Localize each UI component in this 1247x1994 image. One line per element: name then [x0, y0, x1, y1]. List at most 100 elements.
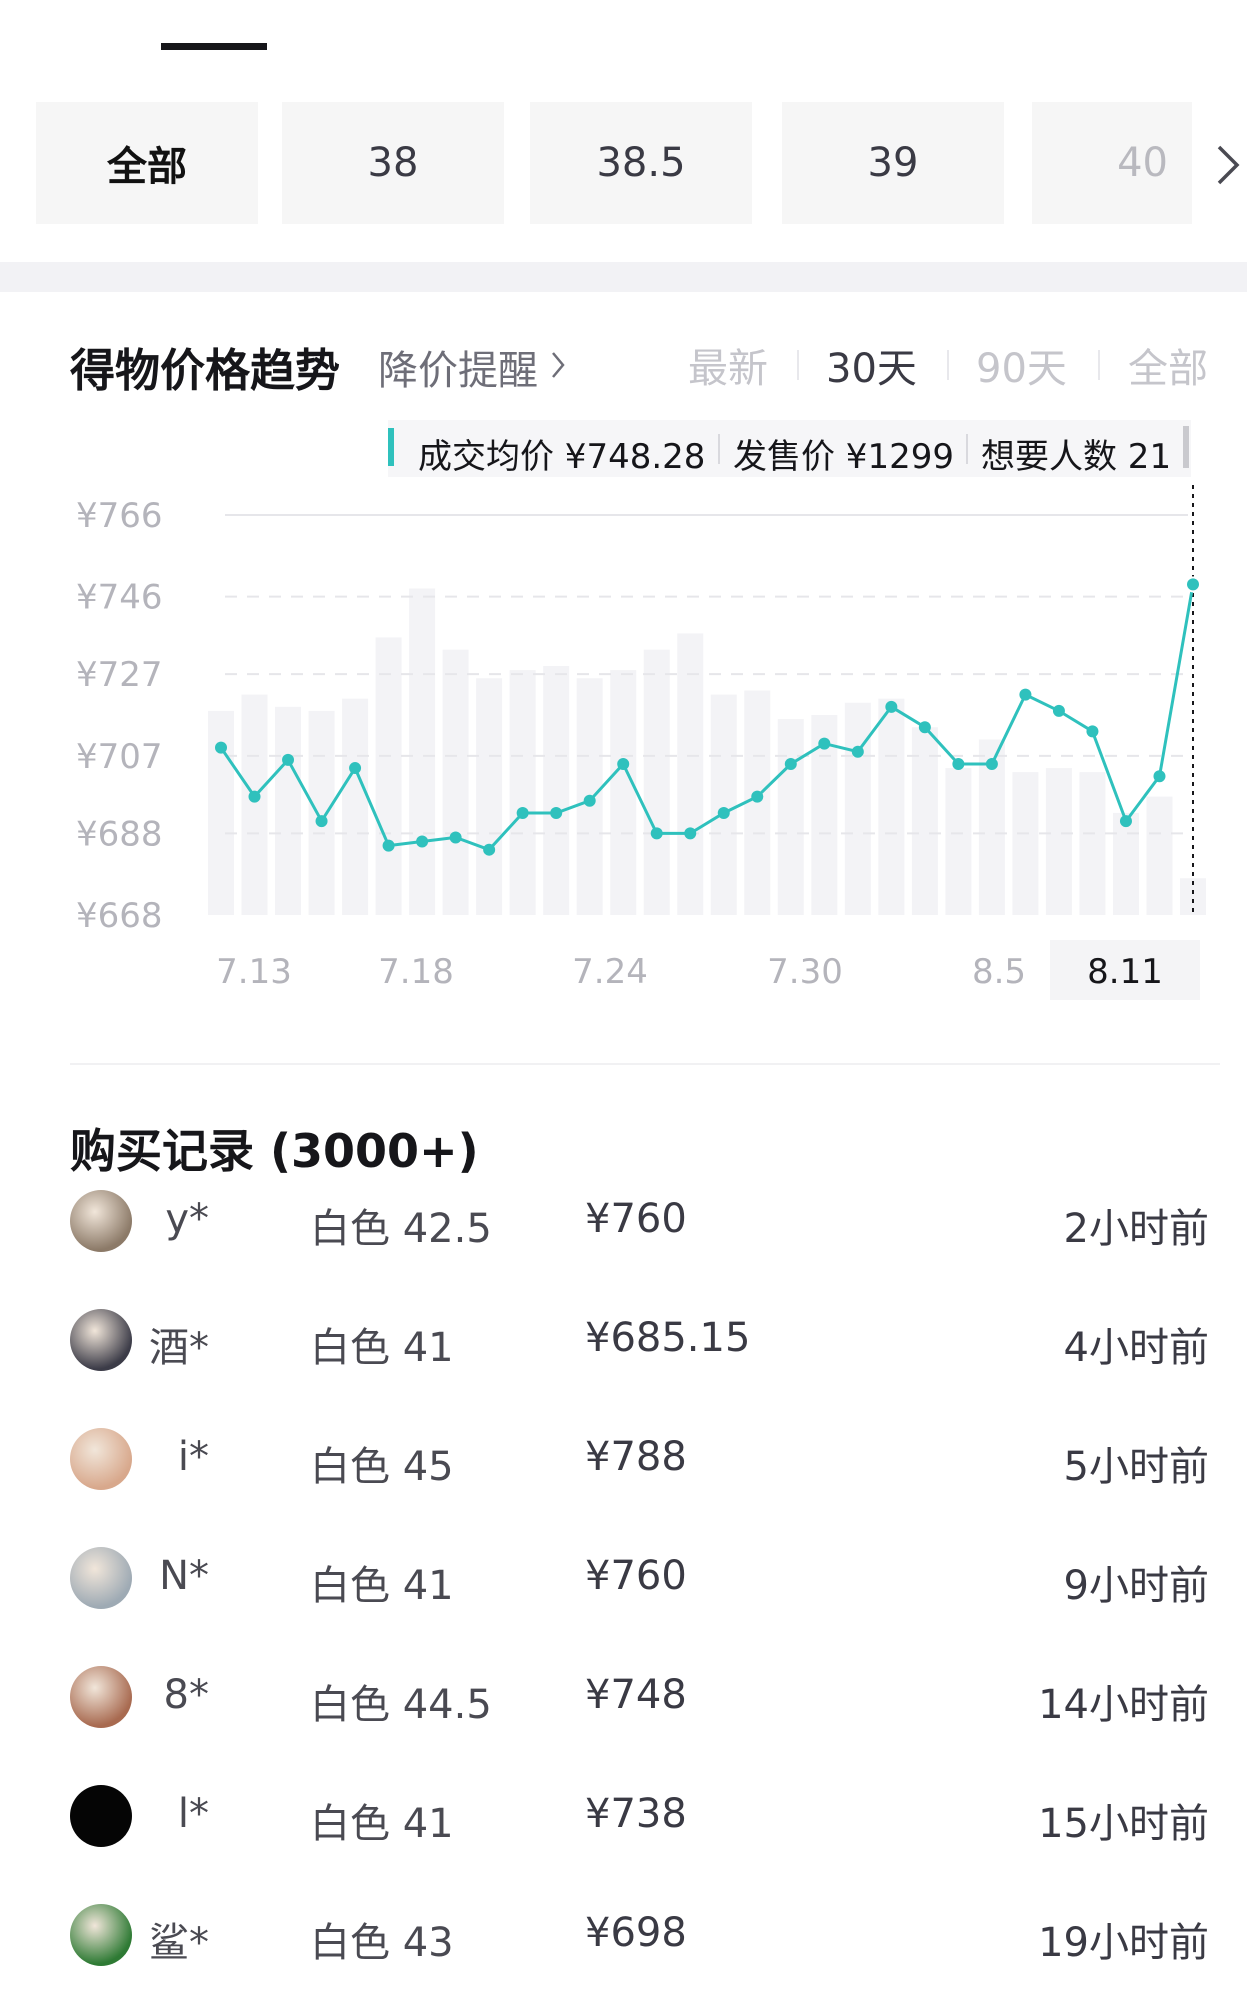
y-tick-label: ¥707 — [76, 737, 163, 777]
avatar[interactable] — [70, 1904, 132, 1966]
record-size: 白色 43 — [310, 1920, 454, 1966]
volume-bar — [1146, 796, 1173, 915]
record-row[interactable]: i* 白色 45 ¥788 5小时前 — [0, 1400, 1247, 1518]
price-point — [818, 737, 831, 750]
record-row[interactable]: 酒* 白色 41 ¥685.15 4小时前 — [0, 1281, 1247, 1399]
price-point — [349, 762, 362, 775]
y-tick-label: ¥746 — [76, 578, 163, 618]
record-size: 白色 41 — [310, 1325, 454, 1371]
record-time: 14小时前 — [1038, 1682, 1209, 1728]
volume-bar — [878, 698, 905, 915]
record-price: ¥748 — [585, 1672, 687, 1718]
price-point — [248, 790, 261, 803]
volume-bar — [409, 588, 436, 915]
record-user: 酒* — [149, 1325, 209, 1371]
price-point — [851, 745, 864, 758]
record-price: ¥685.15 — [585, 1315, 751, 1361]
volume-bar — [643, 649, 670, 915]
record-size: 白色 42.5 — [310, 1206, 492, 1252]
record-time: 9小时前 — [1063, 1563, 1209, 1609]
volume-bar — [543, 666, 570, 915]
record-price: ¥760 — [585, 1196, 687, 1242]
record-price: ¥788 — [585, 1434, 687, 1480]
record-row[interactable]: 8* 白色 44.5 ¥748 14小时前 — [0, 1638, 1247, 1756]
record-size: 白色 41 — [310, 1563, 454, 1609]
price-point — [717, 806, 730, 819]
price-point — [784, 757, 797, 770]
volume-bar — [777, 719, 804, 915]
avatar[interactable] — [70, 1309, 132, 1371]
volume-bar — [677, 633, 704, 915]
price-point — [516, 806, 529, 819]
volume-bar — [375, 637, 402, 915]
price-point — [215, 741, 227, 754]
record-row[interactable]: N* 白色 41 ¥760 9小时前 — [0, 1519, 1247, 1637]
record-user: y* — [165, 1196, 209, 1242]
tooltip-divider — [718, 434, 720, 464]
volume-bar — [442, 649, 469, 915]
chart-tooltip: 成交均价 ¥748.28 发售价 ¥1299 想要人数 21 — [388, 420, 1191, 477]
price-point — [650, 827, 663, 840]
avatar[interactable] — [70, 1190, 132, 1252]
volume-bar — [1079, 772, 1106, 915]
price-point — [617, 757, 630, 770]
record-price: ¥738 — [585, 1791, 687, 1837]
volume-bar — [945, 768, 972, 915]
record-row[interactable]: 鲨* 白色 43 ¥698 19小时前 — [0, 1876, 1247, 1994]
y-tick-label: ¥727 — [76, 655, 163, 695]
price-point — [1119, 815, 1132, 828]
record-size: 白色 41 — [310, 1801, 454, 1847]
record-time: 19小时前 — [1038, 1920, 1209, 1966]
price-point — [583, 794, 596, 807]
avatar[interactable] — [70, 1785, 132, 1847]
record-time: 4小时前 — [1063, 1325, 1209, 1371]
record-user: 8* — [163, 1672, 209, 1718]
price-trend-chart[interactable]: ¥766 ¥746 ¥727 ¥707 ¥688 ¥668 7.13 7.18 7.24 7.3… — [0, 0, 1247, 1000]
record-user: l* — [177, 1791, 209, 1837]
tooltip-divider — [966, 434, 968, 464]
record-size: 白色 44.5 — [310, 1682, 492, 1728]
tooltip-accent — [388, 428, 394, 466]
volume-bar — [610, 670, 637, 915]
volume-bar — [844, 702, 871, 915]
x-tick-label: 7.13 — [216, 952, 292, 992]
price-point — [449, 831, 462, 844]
x-tick-label: 7.18 — [378, 952, 454, 992]
price-point — [416, 835, 429, 848]
tooltip-retail-price: 发售价 ¥1299 — [733, 437, 954, 477]
avatar[interactable] — [70, 1666, 132, 1728]
volume-bar — [342, 698, 369, 915]
price-point — [1086, 725, 1099, 738]
record-time: 2小时前 — [1063, 1206, 1209, 1252]
x-tick-label: 8.5 — [972, 952, 1026, 992]
price-point — [1153, 770, 1166, 783]
y-tick-label: ¥688 — [76, 814, 163, 854]
chart-grid — [225, 514, 1188, 835]
volume-bar — [710, 694, 737, 915]
price-point — [684, 827, 697, 840]
tooltip-end-marker — [1183, 426, 1189, 468]
record-size: 白色 45 — [310, 1444, 454, 1490]
record-row[interactable]: y* 白色 42.5 ¥760 2小时前 — [0, 1162, 1247, 1280]
price-point — [1052, 704, 1065, 717]
price-point — [918, 721, 931, 734]
volume-bar — [476, 678, 503, 915]
avatar[interactable] — [70, 1547, 132, 1609]
price-point — [952, 757, 965, 770]
record-user: 鲨* — [149, 1920, 209, 1966]
record-time: 15小时前 — [1038, 1801, 1209, 1847]
record-price: ¥760 — [585, 1553, 687, 1599]
record-row[interactable]: l* 白色 41 ¥738 15小时前 — [0, 1757, 1247, 1875]
price-point — [1019, 688, 1032, 701]
price-point — [885, 700, 898, 713]
volume-bar — [509, 670, 536, 915]
x-tick-label: 7.30 — [767, 952, 843, 992]
tooltip-wants: 想要人数 21 — [981, 437, 1172, 477]
price-point — [282, 753, 295, 766]
record-time: 5小时前 — [1063, 1444, 1209, 1490]
x-axis: 7.13 7.18 7.24 7.30 8.5 8.11 — [216, 940, 1200, 1000]
volume-bar — [1112, 812, 1139, 915]
tooltip-avg-price: 成交均价 ¥748.28 — [418, 437, 706, 477]
avatar[interactable] — [70, 1428, 132, 1490]
price-point — [1185, 576, 1201, 593]
